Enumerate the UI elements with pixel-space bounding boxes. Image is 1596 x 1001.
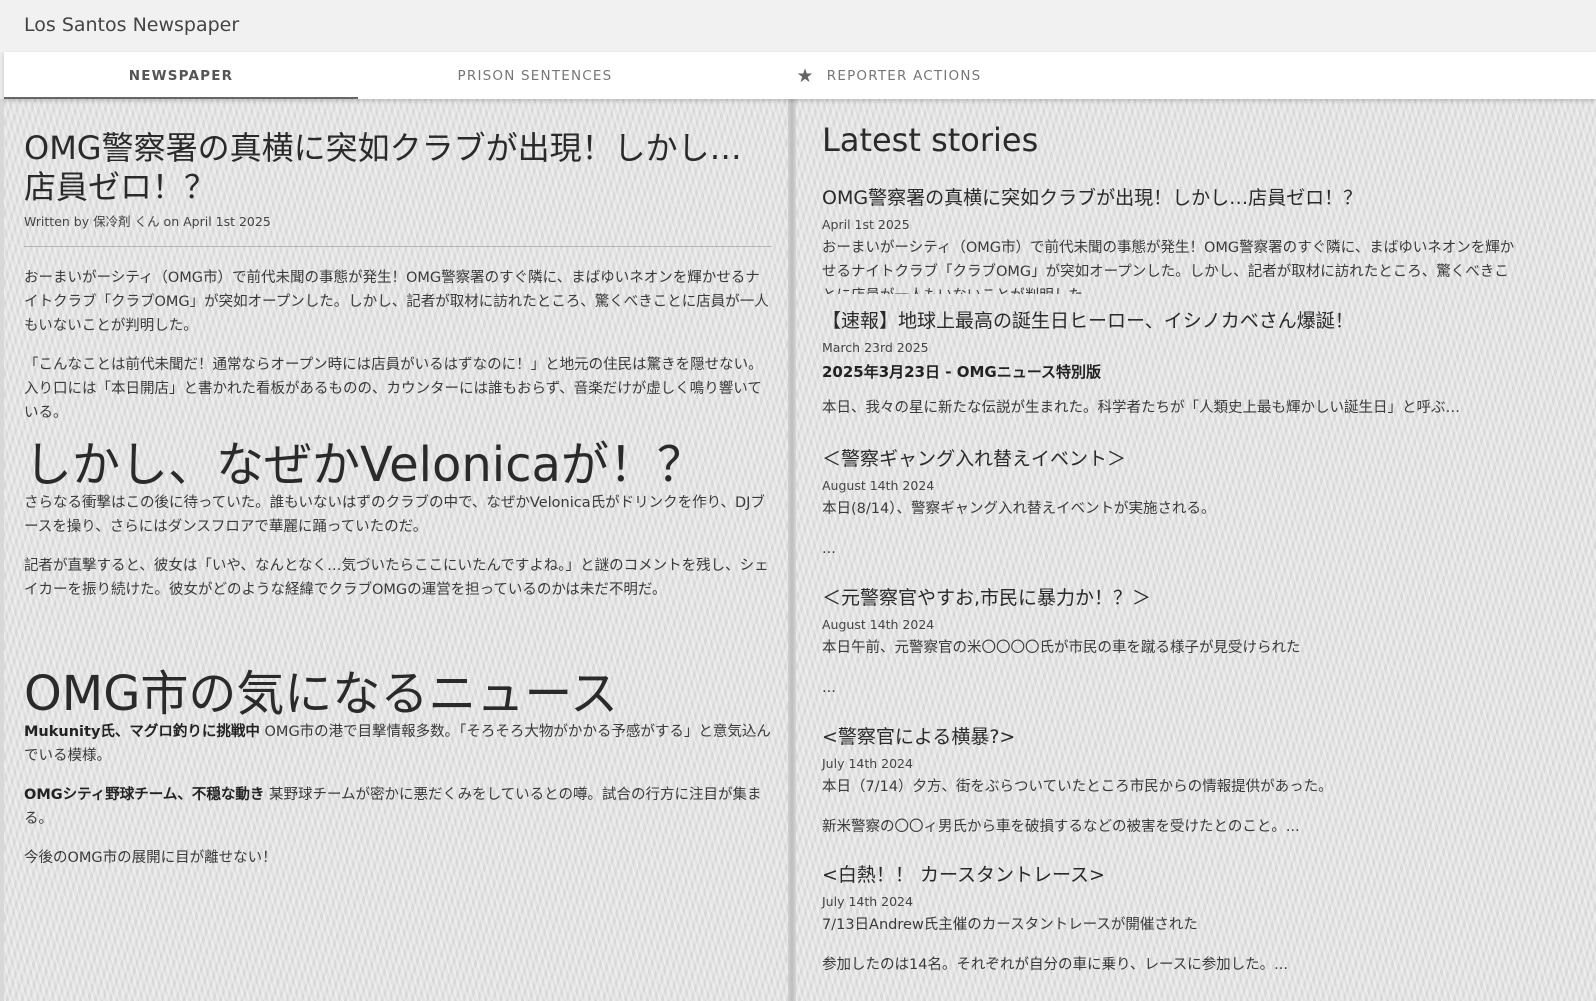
tab-label: REPORTER ACTIONS — [826, 67, 982, 84]
story-date: July 14th 2024 — [822, 894, 913, 909]
story-date: March 23rd 2025 — [822, 340, 929, 355]
story-card[interactable]: <白熱！！ カースタントレース> July 14th 2024 7/13日And… — [822, 862, 1522, 977]
story-date: August 14th 2024 — [822, 617, 935, 632]
tab-newspaper[interactable]: NEWSPAPER — [4, 52, 358, 99]
tab-prison-sentences[interactable]: PRISON SENTENCES — [358, 52, 712, 99]
story-excerpt: 本日、我々の星に新たな伝説が生まれた。科学者たちが「人類史上最も輝かしい誕生日」… — [822, 400, 1460, 416]
article-closing: 今後のOMG市の展開に目が離せない！ — [24, 850, 277, 866]
story-card[interactable]: <警察官による横暴?> July 14th 2024 本日（7/14）夕方、街を… — [822, 724, 1522, 839]
story-title: ＜元警察官やすお,市民に暴力か！？＞ — [822, 587, 1152, 609]
title-bar: Los Santos Newspaper — [0, 0, 1596, 52]
story-card[interactable]: OMG警察署の真横に突如クラブが出現！しかし…店員ゼロ！？ April 1st … — [822, 185, 1522, 294]
article-byline: Written by 保冷剤 くん on April 1st 2025 — [24, 214, 271, 229]
story-more: ... — [822, 541, 836, 557]
story-title: ＜警察ギャング入れ替えイベント＞ — [822, 448, 1127, 470]
story-more: 新米警察の〇〇ィ男氏から車を破損するなどの被害を受けたとのこと。... — [822, 819, 1300, 835]
story-title: <白熱！！ カースタントレース> — [822, 864, 1105, 886]
story-excerpt: 本日(8/14）、警察ギャング入れ替えイベントが実施される。 — [822, 501, 1216, 517]
tab-label: PRISON SENTENCES — [457, 67, 613, 84]
tab-label: NEWSPAPER — [128, 67, 234, 84]
article-paragraph: おーまいがーシティ（OMG市）で前代未聞の事態が発生！OMG警察署のすぐ隣に、ま… — [24, 270, 769, 334]
article-panel: OMG警察署の真横に突如クラブが出現！しかし…店員ゼロ！？ Written by… — [4, 99, 788, 1001]
story-title: <警察官による横暴?> — [822, 726, 1016, 748]
divider — [24, 246, 772, 247]
article-headline: OMG警察署の真横に突如クラブが出現！しかし…店員ゼロ！？ — [24, 129, 742, 206]
article-paragraph: さらなる衝撃はこの後に待っていた。誰もいないはずのクラブの中で、なぜかVelon… — [24, 495, 765, 535]
story-excerpt: おーまいがーシティ（OMG市）で前代未聞の事態が発生！OMG警察署のすぐ隣に、ま… — [822, 240, 1515, 294]
news-item-title: Mukunity氏、マグロ釣りに挑戦中 — [24, 724, 260, 740]
story-date: April 1st 2025 — [822, 217, 910, 232]
story-date: July 14th 2024 — [822, 756, 913, 771]
tab-bar: NEWSPAPER PRISON SENTENCES ★ REPORTER AC… — [4, 52, 1596, 99]
article-subheading: しかし、なぜかVelonicaが！？ — [24, 437, 705, 493]
app-title: Los Santos Newspaper — [24, 14, 240, 36]
article-paragraph: 記者が直撃すると、彼女は「いや、なんとなく…気づいたらここにいたんですよね。」と… — [24, 558, 769, 598]
story-date: August 14th 2024 — [822, 478, 935, 493]
latest-stories-header: Latest stories — [822, 121, 1522, 159]
story-card[interactable]: ＜警察ギャング入れ替えイベント＞ August 14th 2024 本日(8/1… — [822, 446, 1522, 561]
tab-reporter-actions[interactable]: ★ REPORTER ACTIONS — [712, 52, 1066, 99]
latest-stories-title: Latest stories — [822, 121, 1039, 159]
star-icon: ★ — [796, 64, 815, 87]
story-title: OMG警察署の真横に突如クラブが出現！しかし…店員ゼロ！？ — [822, 187, 1363, 209]
story-card[interactable]: 【速報】地球上最高の誕生日ヒーロー、イシノカベさん爆誕！ March 23rd … — [822, 308, 1522, 420]
story-excerpt: 7/13日Andrew氏主催のカースタントレースが開催された — [822, 917, 1198, 933]
story-excerpt: 本日（7/14）夕方、街をぶらついていたところ市民からの情報提供があった。 — [822, 779, 1333, 795]
story-title: 【速報】地球上最高の誕生日ヒーロー、イシノカベさん爆誕！ — [822, 310, 1354, 332]
latest-stories-panel: Latest stories OMG警察署の真横に突如クラブが出現！しかし…店員… — [796, 99, 1596, 1001]
story-subtitle: 2025年3月23日 - OMGニュース特別版 — [822, 363, 1101, 381]
story-more: ... — [822, 680, 836, 696]
panel-divider — [788, 99, 796, 1001]
news-item-title: OMGシティ野球チーム、不穏な動き — [24, 787, 265, 803]
article: OMG警察署の真横に突如クラブが出現！しかし…店員ゼロ！？ Written by… — [24, 129, 772, 870]
story-excerpt: 本日午前、元警察官の米〇〇〇〇氏が市民の車を蹴る様子が見受けられた — [822, 640, 1301, 656]
story-card[interactable]: ＜元警察官やすお,市民に暴力か！？＞ August 14th 2024 本日午前… — [822, 585, 1522, 700]
news-item: Mukunity氏、マグロ釣りに挑戦中 OMG市の港で目撃情報多数。「そろそろ大… — [24, 720, 772, 768]
news-item: OMGシティ野球チーム、不穏な動き 某野球チームが密かに悪だくみをしているとの噂… — [24, 783, 772, 831]
story-more: 参加したのは14名。それぞれが自分の車に乗り、レースに参加した。... — [822, 957, 1288, 973]
news-heading: OMG市の気になるニュース — [24, 666, 618, 722]
article-paragraph: 「こんなことは前代未聞だ！通常ならオープン時には店員がいるはずなのに！」と地元の… — [24, 357, 763, 421]
